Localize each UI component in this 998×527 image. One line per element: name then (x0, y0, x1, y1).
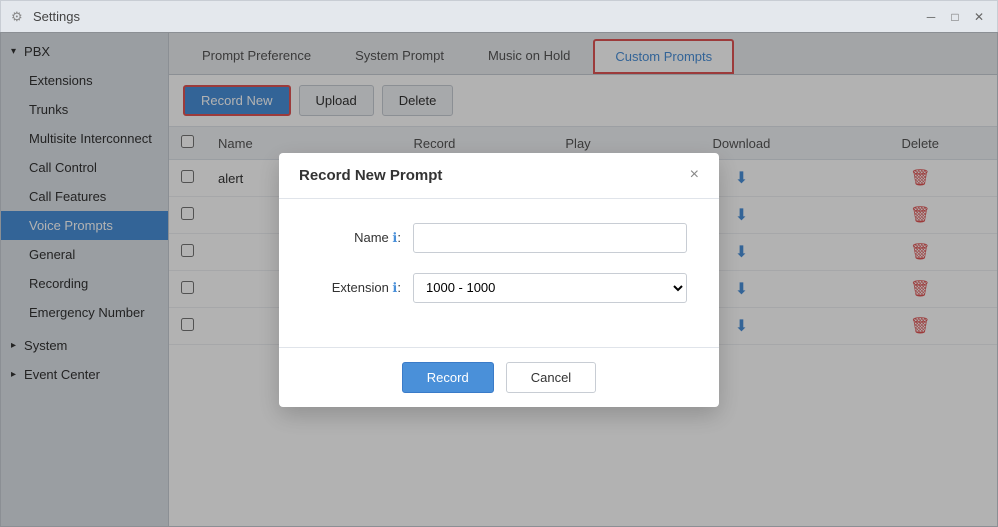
maximize-button[interactable]: □ (947, 9, 963, 25)
name-label: Name ℹ: (311, 230, 401, 246)
modal-close-button[interactable]: × (690, 167, 699, 183)
modal-cancel-button[interactable]: Cancel (506, 362, 596, 393)
name-info-icon: ℹ (392, 230, 397, 245)
minimize-button[interactable]: ─ (923, 9, 939, 25)
name-form-row: Name ℹ: (311, 223, 687, 253)
modal-body: Name ℹ: Extension ℹ: 1000 - 1000 (279, 199, 719, 347)
modal-footer: Record Cancel (279, 347, 719, 407)
titlebar: ⚙ Settings ─ □ ✕ (1, 1, 997, 33)
modal-overlay: Record New Prompt × Name ℹ: Extension ℹ:… (0, 32, 998, 527)
extension-form-row: Extension ℹ: 1000 - 1000 (311, 273, 687, 303)
modal-header: Record New Prompt × (279, 153, 719, 199)
window-title: Settings (33, 9, 923, 24)
settings-icon: ⚙ (11, 9, 27, 25)
extension-info-icon: ℹ (392, 280, 397, 295)
modal-title: Record New Prompt (299, 167, 442, 184)
extension-select[interactable]: 1000 - 1000 (413, 273, 687, 303)
name-input[interactable] (413, 223, 687, 253)
extension-label: Extension ℹ: (311, 280, 401, 296)
record-new-prompt-modal: Record New Prompt × Name ℹ: Extension ℹ:… (279, 153, 719, 407)
close-button[interactable]: ✕ (971, 9, 987, 25)
modal-record-button[interactable]: Record (402, 362, 494, 393)
window-controls: ─ □ ✕ (923, 9, 987, 25)
